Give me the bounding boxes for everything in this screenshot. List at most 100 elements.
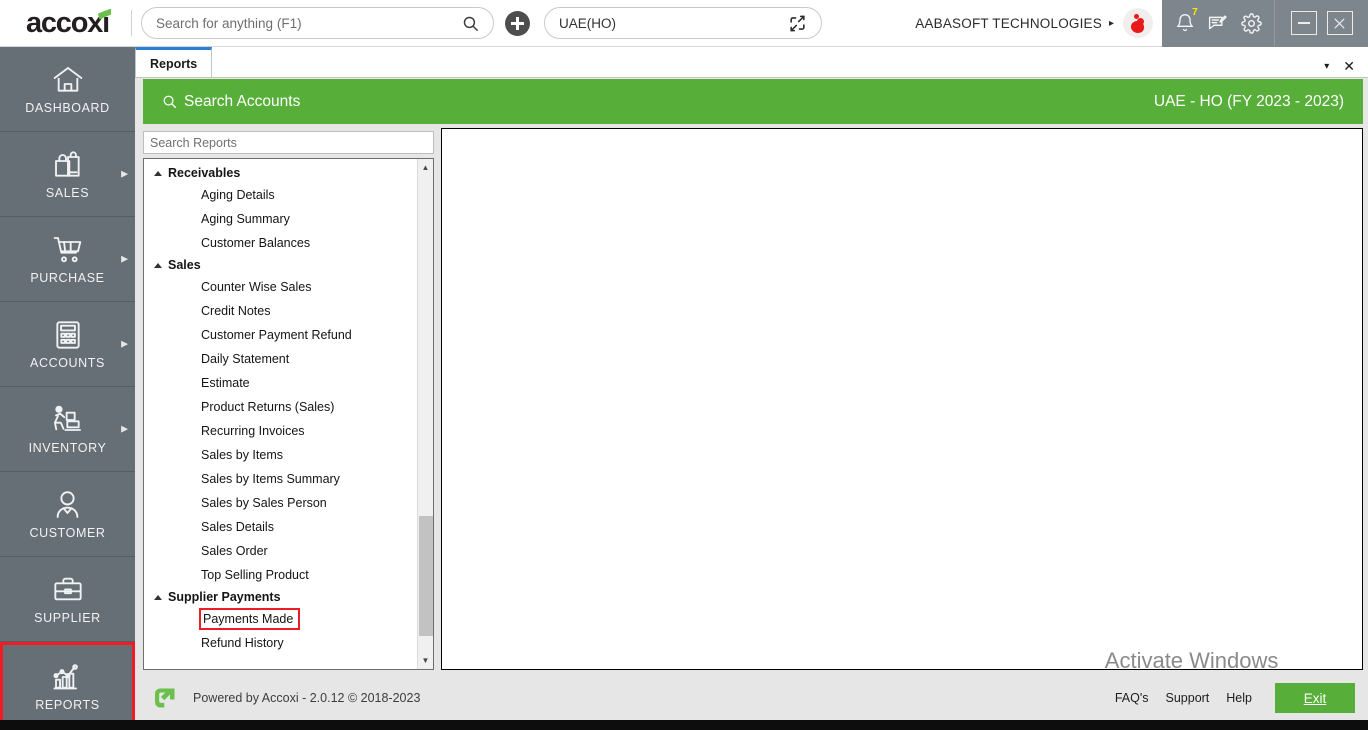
logo-text: accoxi [25, 6, 110, 39]
warehouse-worker-icon [49, 404, 87, 436]
logo-divider [131, 9, 132, 36]
tree-leaf-wrap: Top Selling Product [144, 563, 417, 587]
tab-strip: Reports ▾ ✕ [135, 47, 1368, 78]
tree-leaf-wrap: Customer Balances [144, 231, 417, 255]
chevron-right-icon: ▶ [121, 168, 128, 179]
sidebar-item-dashboard[interactable]: DASHBOARD [0, 47, 135, 132]
tree-group-receivables[interactable]: Receivables [144, 163, 417, 183]
support-link[interactable]: Support [1166, 691, 1210, 705]
notification-badge: 7 [1192, 7, 1198, 18]
page-header-bar: Search Accounts UAE - HO (FY 2023 - 2023… [143, 79, 1363, 124]
tree-item-aging-details[interactable]: Aging Details [144, 184, 417, 206]
tab-list-caret-icon[interactable]: ▾ [1324, 61, 1329, 72]
tree-item-sales-order[interactable]: Sales Order [144, 540, 417, 562]
branch-value: UAE(HO) [559, 15, 616, 31]
tree-item-customer-payment-refund[interactable]: Customer Payment Refund [144, 324, 417, 346]
bell-icon[interactable]: 7 [1172, 7, 1198, 36]
search-input[interactable] [156, 15, 462, 31]
scroll-thumb[interactable] [419, 516, 433, 636]
sidebar-item-label: REPORTS [35, 697, 100, 712]
tree-leaf-wrap: Sales Order [144, 539, 417, 563]
tree-item-aging-summary[interactable]: Aging Summary [144, 208, 417, 230]
report-content-area [441, 128, 1363, 670]
tree-item-top-selling-product[interactable]: Top Selling Product [144, 564, 417, 586]
tree-leaf-wrap: Payments Made [144, 607, 417, 631]
tree-group-supplier-payments[interactable]: Supplier Payments [144, 587, 417, 607]
tree-item-refund-history[interactable]: Refund History [144, 632, 417, 654]
page-title: Search Accounts [184, 92, 301, 110]
minimize-icon [1297, 22, 1310, 24]
add-new-button[interactable] [505, 10, 530, 36]
tab-reports[interactable]: Reports [135, 47, 213, 77]
tab-close-icon[interactable]: ✕ [1343, 59, 1355, 73]
tree-leaf-wrap: Counter Wise Sales [144, 275, 417, 299]
tree-scrollbar[interactable]: ▲ ▼ [417, 159, 433, 669]
branch-selector[interactable]: UAE(HO) [544, 7, 822, 39]
sidebar-item-accounts[interactable]: ACCOUNTS ▶ [0, 302, 135, 387]
tree-item-estimate[interactable]: Estimate [144, 372, 417, 394]
tree-item-payments-made[interactable]: Payments Made [199, 608, 301, 630]
calculator-icon [52, 319, 84, 351]
header-icon-panel: 7 [1162, 0, 1274, 47]
sidebar-item-label: SALES [45, 185, 90, 200]
tree-item-counter-wise-sales[interactable]: Counter Wise Sales [144, 276, 417, 298]
switch-branch-icon[interactable] [788, 14, 807, 33]
message-icon[interactable] [1205, 10, 1231, 36]
help-link[interactable]: Help [1226, 691, 1252, 705]
sidebar-item-reports[interactable]: REPORTS [0, 642, 135, 730]
tree-group-label: Receivables [168, 166, 241, 180]
sidebar-item-label: SUPPLIER [34, 610, 101, 625]
chevron-up-icon [154, 262, 162, 268]
accoxi-logo-icon [151, 684, 179, 712]
tree-item-sales-details[interactable]: Sales Details [144, 516, 417, 538]
chevron-right-icon: ▶ [121, 423, 128, 434]
tree-group-sales[interactable]: Sales [144, 255, 417, 275]
tree-leaf-wrap: Sales Details [144, 515, 417, 539]
tree-leaf-wrap: Credit Notes [144, 299, 417, 323]
sidebar-item-customer[interactable]: CUSTOMER [0, 472, 135, 557]
tree-item-recurring-invoices[interactable]: Recurring Invoices [144, 420, 417, 442]
sidebar-item-sales[interactable]: SALES ▶ [0, 132, 135, 217]
bar-chart-icon [50, 661, 86, 693]
company-caret-icon[interactable]: ▸ [1109, 18, 1114, 29]
company-name[interactable]: AABASOFT TECHNOLOGIES [915, 16, 1102, 31]
tree-leaf-wrap: Sales by Items Summary [144, 467, 417, 491]
footer-links: FAQ's Support Help Exit [1115, 683, 1363, 713]
tree-leaf-wrap: Refund History [144, 631, 417, 655]
exit-button[interactable]: Exit [1275, 683, 1355, 713]
tree-leaf-wrap: Aging Summary [144, 207, 417, 231]
global-search[interactable] [141, 7, 494, 39]
tree-item-sales-by-sales-person[interactable]: Sales by Sales Person [144, 492, 417, 514]
tree-item-daily-statement[interactable]: Daily Statement [144, 348, 417, 370]
search-reports-input[interactable] [150, 135, 427, 150]
tree-item-credit-notes[interactable]: Credit Notes [144, 300, 417, 322]
scroll-down-arrow-icon[interactable]: ▼ [418, 652, 434, 669]
tree-item-sales-by-items[interactable]: Sales by Items [144, 444, 417, 466]
tree-item-product-returns-sales[interactable]: Product Returns (Sales) [144, 396, 417, 418]
scroll-up-arrow-icon[interactable]: ▲ [418, 159, 434, 176]
page-title-wrap: Search Accounts [162, 93, 300, 111]
chevron-up-icon [154, 594, 162, 600]
sidebar-item-supplier[interactable]: SUPPLIER [0, 557, 135, 642]
gear-icon[interactable] [1238, 10, 1264, 36]
tree-item-customer-balances[interactable]: Customer Balances [144, 232, 417, 254]
close-button[interactable] [1326, 11, 1353, 35]
bottom-strip [0, 720, 1368, 730]
tree-item-sales-by-items-summary[interactable]: Sales by Items Summary [144, 468, 417, 490]
search-icon [462, 15, 479, 32]
window-controls [1274, 0, 1368, 47]
sidebar-nav: DASHBOARD SALES ▶ PURCHASE ▶ ACCOUNTS ▶ … [0, 47, 135, 730]
minimize-button[interactable] [1290, 11, 1317, 35]
person-icon [51, 489, 84, 521]
reports-tree-box: Receivables Aging Details Aging Summary Cus… [143, 158, 434, 670]
sidebar-item-inventory[interactable]: INVENTORY ▶ [0, 387, 135, 472]
avatar[interactable] [1123, 8, 1153, 38]
sidebar-item-purchase[interactable]: PURCHASE ▶ [0, 217, 135, 302]
faq-link[interactable]: FAQ's [1115, 691, 1149, 705]
briefcase-icon [50, 574, 86, 606]
tree-leaf-wrap: Sales by Sales Person [144, 491, 417, 515]
application-window: accoxi UAE(HO) [0, 0, 1368, 730]
plus-icon [511, 16, 524, 30]
reports-search[interactable] [143, 131, 434, 154]
powered-by-text: Powered by Accoxi - 2.0.12 © 2018-2023 [193, 691, 421, 705]
